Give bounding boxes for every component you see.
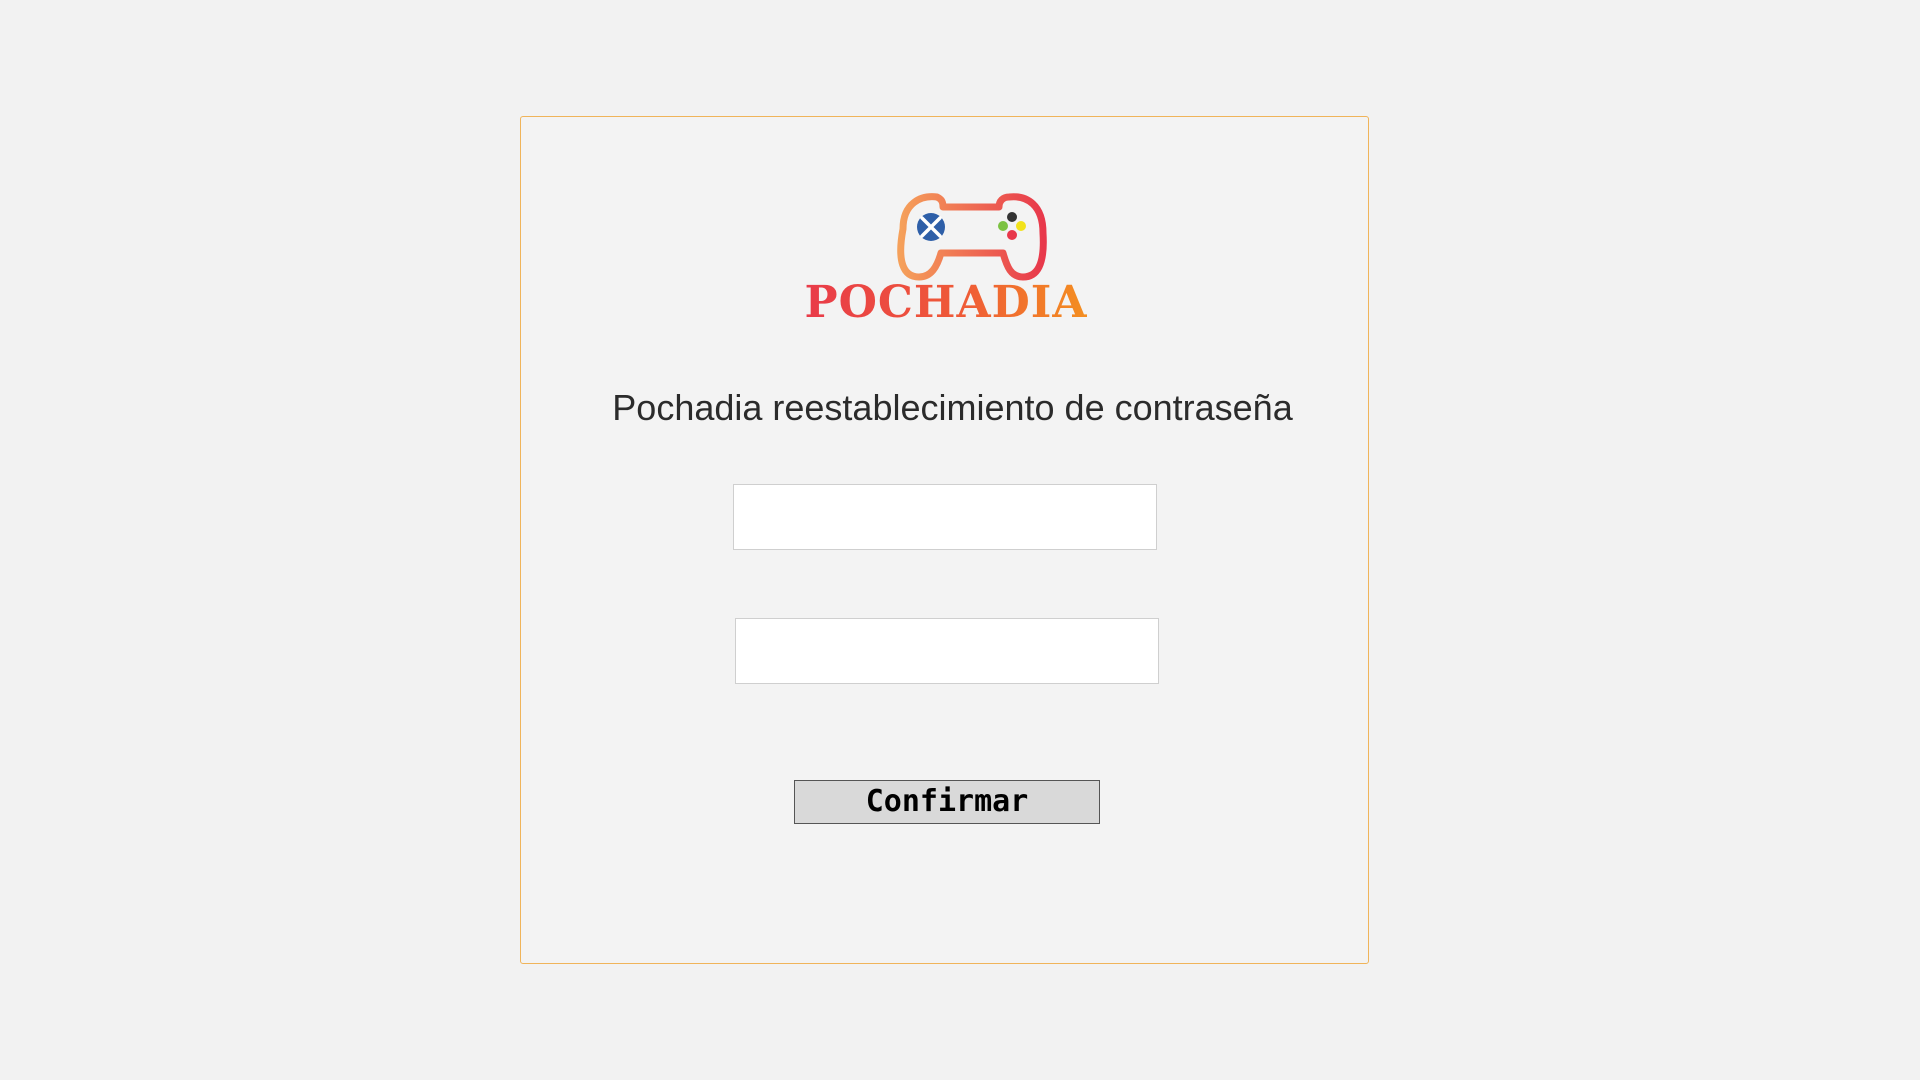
confirm-button[interactable]: Confirmar: [794, 780, 1100, 824]
gamepad-icon: [897, 193, 1047, 281]
reset-password-card: POCHADIA Pochadia reestablecimiento de c…: [520, 116, 1369, 964]
confirm-password-field[interactable]: [735, 618, 1159, 684]
brand-name: POCHADIA: [791, 281, 1101, 325]
pochadia-logo: POCHADIA: [791, 181, 1101, 325]
new-password-field[interactable]: [733, 484, 1157, 550]
page-title: Pochadia reestablecimiento de contraseña: [612, 387, 1293, 428]
